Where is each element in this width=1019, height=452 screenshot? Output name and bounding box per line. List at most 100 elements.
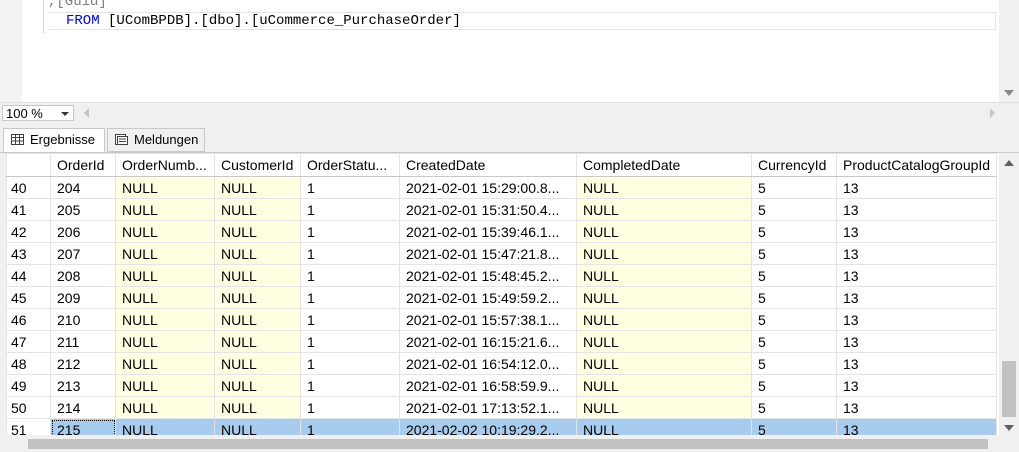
table-cell[interactable]: NULL: [576, 330, 752, 353]
column-header[interactable]: OrderId: [50, 153, 116, 177]
zoom-select[interactable]: 100 %: [2, 105, 74, 121]
results-grid[interactable]: OrderId OrderNumb... CustomerId OrderSta…: [0, 153, 1019, 452]
table-cell[interactable]: 2021-02-01 15:57:38.1...: [399, 308, 577, 331]
table-cell[interactable]: NULL: [576, 286, 752, 309]
table-cell[interactable]: 2021-02-01 16:58:59.9...: [399, 374, 577, 397]
table-cell[interactable]: NULL: [214, 374, 301, 397]
table-row[interactable]: 49 213 NULL NULL 1 2021-02-01 16:58:59.9... NU…: [6, 374, 997, 397]
table-row[interactable]: 48 212 NULL NULL 1 2021-02-01 16:54:12.0... NU…: [6, 352, 997, 375]
table-cell[interactable]: 1: [300, 242, 400, 265]
table-cell[interactable]: NULL: [115, 264, 215, 287]
table-cell[interactable]: 1: [300, 176, 400, 199]
column-header[interactable]: CustomerId: [214, 153, 301, 177]
table-cell[interactable]: NULL: [214, 220, 301, 243]
table-row[interactable]: 44 208 NULL NULL 1 2021-02-01 15:48:45.2... NU…: [6, 264, 997, 287]
table-cell[interactable]: 2021-02-01 15:48:45.2...: [399, 264, 577, 287]
table-cell[interactable]: NULL: [576, 220, 752, 243]
table-cell[interactable]: 206: [50, 220, 116, 243]
grid-vertical-scrollbar[interactable]: [999, 153, 1019, 435]
table-cell[interactable]: 13: [836, 264, 997, 287]
table-cell[interactable]: 5: [751, 176, 837, 199]
row-number[interactable]: 41: [6, 198, 51, 221]
table-cell[interactable]: 5: [751, 198, 837, 221]
column-header[interactable]: OrderStatu...: [300, 153, 400, 177]
table-cell[interactable]: NULL: [115, 198, 215, 221]
table-cell[interactable]: 13: [836, 220, 997, 243]
table-cell[interactable]: NULL: [214, 330, 301, 353]
table-row[interactable]: 42 206 NULL NULL 1 2021-02-01 15:39:46.1... NU…: [6, 220, 997, 243]
table-cell[interactable]: NULL: [115, 352, 215, 375]
column-header[interactable]: CreatedDate: [399, 153, 577, 177]
table-cell[interactable]: 1: [300, 286, 400, 309]
table-cell[interactable]: NULL: [115, 396, 215, 419]
table-cell[interactable]: 2021-02-01 16:54:12.0...: [399, 352, 577, 375]
row-number-header[interactable]: [6, 153, 51, 177]
table-cell[interactable]: 1: [300, 352, 400, 375]
table-cell[interactable]: 13: [836, 242, 997, 265]
table-cell[interactable]: 13: [836, 198, 997, 221]
table-cell[interactable]: NULL: [115, 308, 215, 331]
table-cell[interactable]: 211: [50, 330, 116, 353]
table-row[interactable]: 40 204 NULL NULL 1 2021-02-01 15:29:00.8... NU…: [6, 176, 997, 199]
table-cell[interactable]: NULL: [576, 396, 752, 419]
table-cell[interactable]: NULL: [214, 286, 301, 309]
table-cell[interactable]: 5: [751, 330, 837, 353]
table-cell[interactable]: 207: [50, 242, 116, 265]
scrollbar-thumb[interactable]: [1002, 361, 1016, 417]
scroll-up-arrow-icon[interactable]: [1004, 160, 1014, 166]
table-cell[interactable]: 5: [751, 352, 837, 375]
table-row[interactable]: 46 210 NULL NULL 1 2021-02-01 15:57:38.1... NU…: [6, 308, 997, 331]
table-cell[interactable]: 2021-02-01 15:39:46.1...: [399, 220, 577, 243]
table-cell[interactable]: 214: [50, 396, 116, 419]
table-cell[interactable]: 209: [50, 286, 116, 309]
table-cell[interactable]: 2021-02-01 16:15:21.6...: [399, 330, 577, 353]
tab-results[interactable]: Ergebnisse: [3, 128, 105, 152]
row-number[interactable]: 49: [6, 374, 51, 397]
row-number[interactable]: 50: [6, 396, 51, 419]
table-cell[interactable]: 13: [836, 286, 997, 309]
table-cell[interactable]: 2021-02-01 15:29:00.8...: [399, 176, 577, 199]
table-cell[interactable]: NULL: [115, 176, 215, 199]
row-number[interactable]: 42: [6, 220, 51, 243]
table-cell[interactable]: NULL: [576, 308, 752, 331]
row-number[interactable]: 44: [6, 264, 51, 287]
tab-messages[interactable]: Meldungen: [107, 128, 205, 152]
table-cell[interactable]: 1: [300, 396, 400, 419]
scroll-left-arrow-icon[interactable]: [84, 108, 89, 118]
table-cell[interactable]: NULL: [115, 330, 215, 353]
table-cell[interactable]: 1: [300, 374, 400, 397]
column-header[interactable]: ProductCatalogGroupId: [836, 153, 997, 177]
table-row[interactable]: 45 209 NULL NULL 1 2021-02-01 15:49:59.2... NU…: [6, 286, 997, 309]
table-cell[interactable]: NULL: [576, 198, 752, 221]
row-number[interactable]: 48: [6, 352, 51, 375]
sql-editor[interactable]: ,[Guid] FROM [UComBPDB].[dbo].[uCommerce…: [0, 0, 1019, 102]
table-cell[interactable]: 1: [300, 330, 400, 353]
table-row[interactable]: 41 205 NULL NULL 1 2021-02-01 15:31:50.4... NU…: [6, 198, 997, 221]
table-row[interactable]: 47 211 NULL NULL 1 2021-02-01 16:15:21.6... NU…: [6, 330, 997, 353]
table-cell[interactable]: 2021-02-01 15:47:21.8...: [399, 242, 577, 265]
table-cell[interactable]: 1: [300, 220, 400, 243]
table-cell[interactable]: 1: [300, 198, 400, 221]
table-cell[interactable]: NULL: [115, 374, 215, 397]
table-cell[interactable]: 212: [50, 352, 116, 375]
table-cell[interactable]: 208: [50, 264, 116, 287]
table-cell[interactable]: 5: [751, 396, 837, 419]
table-cell[interactable]: 13: [836, 374, 997, 397]
table-cell[interactable]: NULL: [576, 242, 752, 265]
table-cell[interactable]: NULL: [214, 264, 301, 287]
table-cell[interactable]: 5: [751, 286, 837, 309]
table-cell[interactable]: 2021-02-01 17:13:52.1...: [399, 396, 577, 419]
table-cell[interactable]: 5: [751, 308, 837, 331]
column-header[interactable]: OrderNumb...: [115, 153, 215, 177]
scroll-down-arrow-icon[interactable]: [1004, 90, 1014, 96]
column-header[interactable]: CompletedDate: [576, 153, 752, 177]
table-cell[interactable]: NULL: [576, 264, 752, 287]
table-cell[interactable]: NULL: [576, 352, 752, 375]
table-cell[interactable]: 5: [751, 242, 837, 265]
row-number[interactable]: 47: [6, 330, 51, 353]
editor-vertical-scrollbar[interactable]: [999, 0, 1019, 102]
table-cell[interactable]: NULL: [115, 220, 215, 243]
table-cell[interactable]: 204: [50, 176, 116, 199]
table-cell[interactable]: 210: [50, 308, 116, 331]
table-cell[interactable]: NULL: [214, 198, 301, 221]
